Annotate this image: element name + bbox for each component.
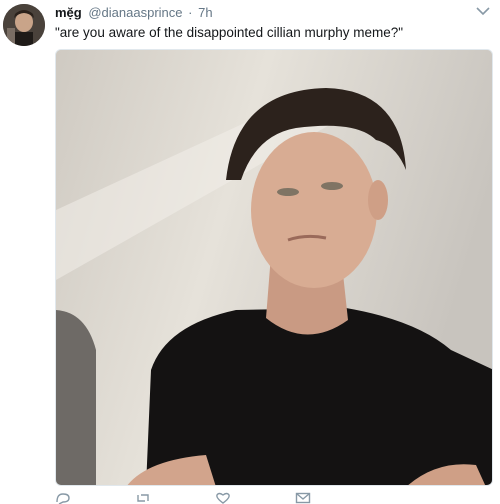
tweet-actions xyxy=(55,492,315,504)
reply-icon[interactable] xyxy=(55,492,71,504)
retweet-icon[interactable] xyxy=(135,492,151,504)
heart-icon[interactable] xyxy=(215,492,231,504)
user-handle[interactable]: @dianaasprince xyxy=(88,5,182,20)
avatar-image xyxy=(3,4,45,46)
tweet-media[interactable] xyxy=(55,49,493,486)
chevron-down-icon[interactable] xyxy=(476,6,490,16)
tweet-text: "are you aware of the disappointed cilli… xyxy=(55,25,404,40)
tweet-header: mẹ̆g @dianaasprince · 7h xyxy=(55,5,213,21)
separator-dot: · xyxy=(188,5,193,20)
tweet[interactable]: mẹ̆g @dianaasprince · 7h "are you aware … xyxy=(0,0,500,504)
tweet-timestamp[interactable]: 7h xyxy=(198,5,212,20)
avatar[interactable] xyxy=(3,4,45,46)
mail-icon[interactable] xyxy=(295,492,311,504)
display-name[interactable]: mẹ̆g xyxy=(55,5,82,20)
meme-image xyxy=(56,50,492,485)
